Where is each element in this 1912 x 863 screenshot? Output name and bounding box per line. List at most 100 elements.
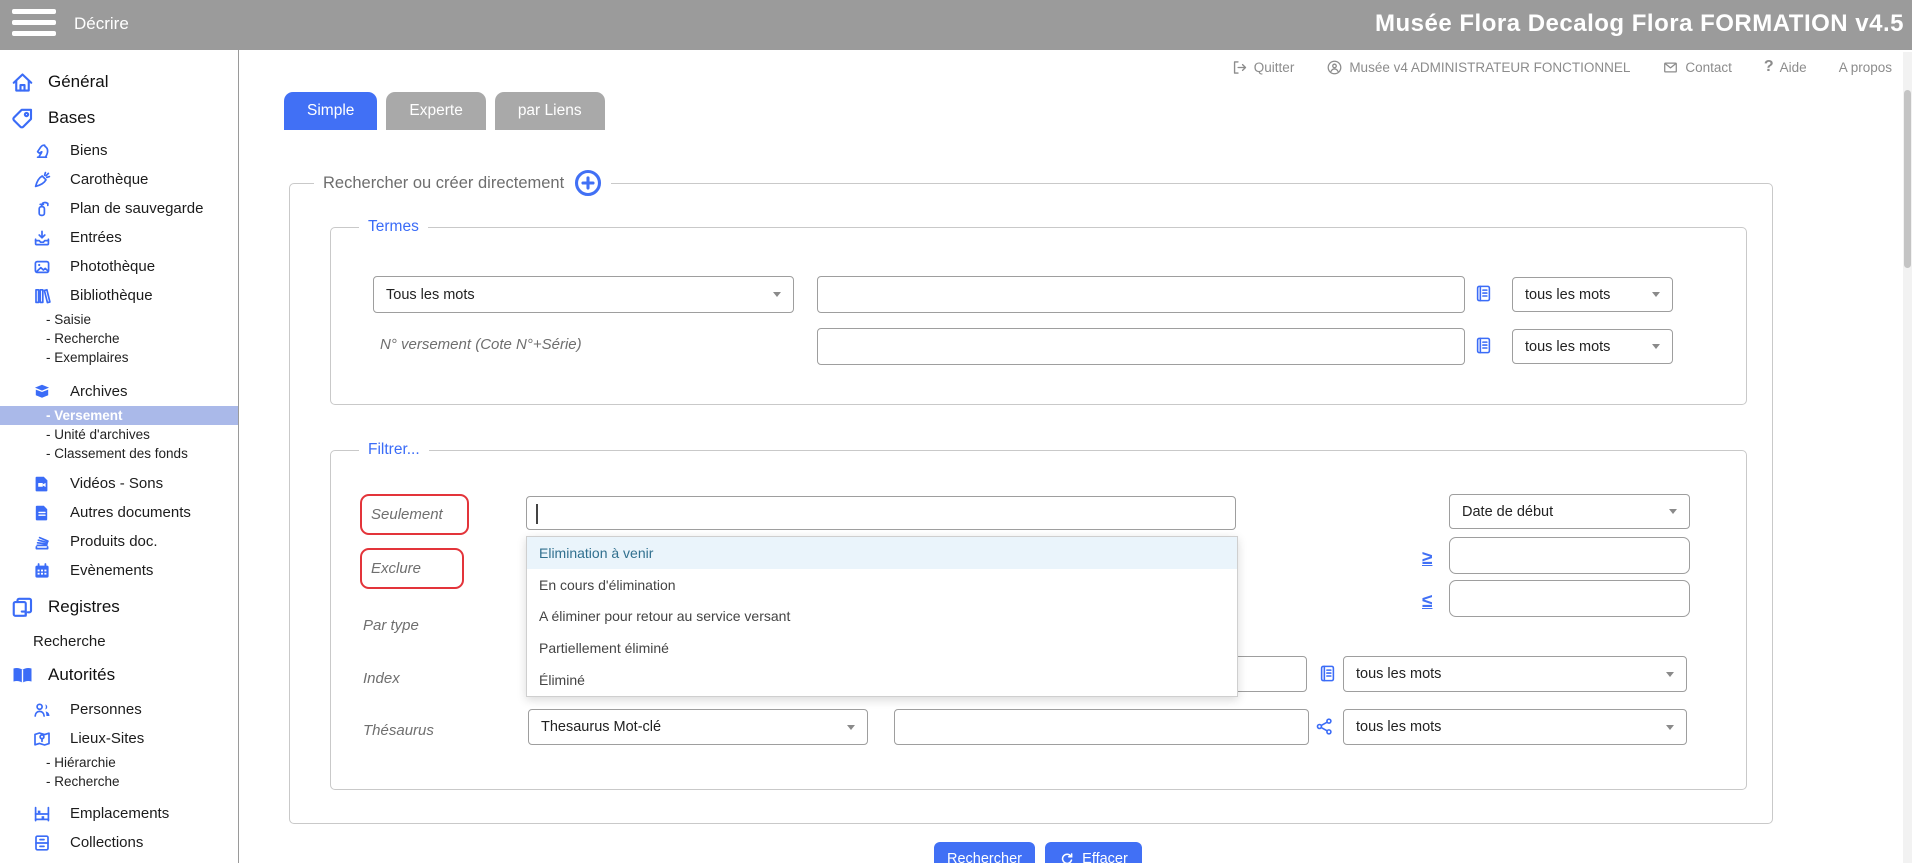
- termes-row2-input[interactable]: [817, 328, 1465, 365]
- sidebar-item-biens[interactable]: Biens: [0, 136, 238, 165]
- sidebar-item-recherche[interactable]: - Recherche: [0, 329, 238, 348]
- chevron-down-icon: [773, 292, 781, 297]
- user-link[interactable]: Musée v4 ADMINISTRATEUR FONCTIONNEL: [1326, 59, 1630, 76]
- lte-symbol: ≤: [1422, 591, 1432, 613]
- sidebar-item-personnes[interactable]: Personnes: [0, 695, 238, 724]
- date-lte-input[interactable]: [1449, 580, 1690, 617]
- extinguisher-icon: [32, 199, 52, 219]
- sidebar-item-label: Recherche: [33, 633, 106, 650]
- sidebar-item-exemplaires[interactable]: - Exemplaires: [0, 348, 238, 367]
- sidebar-item-label: - Classement des fonds: [46, 446, 188, 461]
- thesaurus-select-value: Thesaurus Mot-clé: [541, 719, 661, 735]
- dropdown-option-elimination-venir[interactable]: Elimination à venir: [527, 537, 1237, 569]
- dropdown-option-en-cours-d-limination[interactable]: En cours d'élimination: [527, 569, 1237, 601]
- sidebar-nav: GénéralBases Biens Carothèque Plan de sauve…: [0, 50, 239, 863]
- sidebar-item-label: Personnes: [70, 701, 142, 718]
- sidebar-item-hi-rarchie[interactable]: - Hiérarchie: [0, 753, 238, 772]
- sidebar-item-vid-os-sons[interactable]: Vidéos - Sons: [0, 469, 238, 498]
- aide-link[interactable]: ? Aide: [1764, 58, 1807, 76]
- thesaurus-mode-value: tous les mots: [1356, 719, 1441, 735]
- tab-simple[interactable]: Simple: [284, 92, 377, 130]
- sidebar-item-recherche[interactable]: - Recherche: [0, 772, 238, 791]
- openbook-icon: [10, 663, 35, 688]
- quitter-link[interactable]: Quitter: [1231, 59, 1295, 76]
- par-type-label: Par type: [363, 617, 419, 634]
- dropdown-option-limin[interactable]: Éliminé: [527, 664, 1237, 696]
- termes-row2-mode-select[interactable]: tous les mots: [1512, 329, 1673, 364]
- sidebar-item-ev-nements[interactable]: Evènements: [0, 556, 238, 585]
- sidebar-item-autorit-s[interactable]: Autorités: [0, 657, 238, 693]
- openbox-icon: [32, 382, 52, 402]
- sidebar-item-p-riodes[interactable]: Périodes: [0, 857, 238, 863]
- date-gte-input[interactable]: [1449, 537, 1690, 574]
- sidebar-item-label: Lieux-Sites: [70, 730, 144, 747]
- sidebar-item-lieux-sites[interactable]: Lieux-Sites: [0, 724, 238, 753]
- sidebar-item-recherche[interactable]: Recherche: [0, 625, 238, 657]
- sidebar-item-biblioth-que[interactable]: Bibliothèque: [0, 281, 238, 310]
- sidebar-item-versement[interactable]: - Versement: [0, 406, 238, 425]
- sidebar-item-unit-d-archives[interactable]: - Unité d'archives: [0, 425, 238, 444]
- sidebar-item-saisie[interactable]: - Saisie: [0, 310, 238, 329]
- sidebar-item-plan-de-sauvegarde[interactable]: Plan de sauvegarde: [0, 194, 238, 223]
- sidebar-item-collections[interactable]: Collections: [0, 828, 238, 857]
- sidebar-item-bases[interactable]: Bases: [0, 100, 238, 136]
- index-mode-select[interactable]: tous les mots: [1343, 656, 1687, 692]
- effacer-label: Effacer: [1082, 851, 1128, 863]
- sidebar-item-g-n-ral[interactable]: Général: [0, 64, 238, 100]
- termes-field-select[interactable]: Tous les mots: [373, 276, 794, 313]
- add-circle-icon[interactable]: [574, 169, 602, 197]
- thesaurus-select[interactable]: Thesaurus Mot-clé: [528, 709, 868, 745]
- thesaurus-mode-select[interactable]: tous les mots: [1343, 709, 1687, 745]
- hamburger-menu-icon[interactable]: [12, 9, 56, 41]
- vertical-scrollbar[interactable]: [1903, 52, 1912, 863]
- date-field-select[interactable]: Date de début: [1449, 494, 1690, 529]
- sidebar-item-label: Plan de sauvegarde: [70, 200, 203, 217]
- app-title: Musée Flora Decalog Flora FORMATION v4.5: [1375, 10, 1904, 38]
- sidebar-item-label: - Recherche: [46, 331, 120, 346]
- sidebar-item-registres[interactable]: Registres: [0, 589, 238, 625]
- videodoc-icon: [32, 474, 52, 494]
- index-mode-value: tous les mots: [1356, 666, 1441, 682]
- termes-row1-mode-select[interactable]: tous les mots: [1512, 277, 1673, 312]
- tab-experte[interactable]: Experte: [386, 92, 485, 130]
- sidebar-item-emplacements[interactable]: Emplacements: [0, 799, 238, 828]
- people-icon: [32, 700, 52, 720]
- share-nodes-icon[interactable]: [1314, 716, 1335, 737]
- index-label: Index: [363, 670, 400, 687]
- chevron-down-icon: [1666, 672, 1674, 677]
- drawers-icon: [32, 833, 52, 853]
- dropdown-option-partiellement-limin[interactable]: Partiellement éliminé: [527, 632, 1237, 664]
- sidebar-item-autres-documents[interactable]: Autres documents: [0, 498, 238, 527]
- contact-label: Contact: [1685, 60, 1732, 75]
- home-icon: [10, 70, 35, 95]
- sidebar-item-entr-es[interactable]: Entrées: [0, 223, 238, 252]
- sidebar-item-phototh-que[interactable]: Photothèque: [0, 252, 238, 281]
- termes-legend: Termes: [359, 218, 428, 236]
- rechercher-button[interactable]: Rechercher: [934, 842, 1035, 863]
- exclure-label: Exclure: [371, 560, 421, 577]
- sidebar-item-caroth-que[interactable]: Carothèque: [0, 165, 238, 194]
- exit-icon: [1231, 59, 1248, 76]
- thesaurus-input[interactable]: [894, 709, 1309, 745]
- termes-row1-input[interactable]: [817, 276, 1465, 313]
- apropos-link[interactable]: A propos: [1839, 60, 1892, 75]
- sidebar-item-produits-doc[interactable]: Produits doc.: [0, 527, 238, 556]
- effacer-button[interactable]: Effacer: [1045, 842, 1142, 863]
- sidebar-item-archives[interactable]: Archives: [0, 377, 238, 406]
- index-book-icon[interactable]: [1317, 663, 1338, 684]
- sidebar-item-label: Biens: [70, 142, 108, 159]
- status-combobox[interactable]: [526, 496, 1236, 530]
- index-book-icon[interactable]: [1473, 283, 1494, 304]
- sidebar-item-label: Carothèque: [70, 171, 148, 188]
- sidebar-item-classement-des-fonds[interactable]: - Classement des fonds: [0, 444, 238, 463]
- index-book-icon[interactable]: [1473, 335, 1494, 356]
- sidebar-item-label: Bibliothèque: [70, 287, 153, 304]
- scrollbar-thumb[interactable]: [1904, 90, 1911, 268]
- contact-link[interactable]: Contact: [1662, 59, 1732, 76]
- sidebar-item-label: Archives: [70, 383, 128, 400]
- refresh-icon: [1059, 851, 1075, 863]
- dropdown-option-a-liminer-pour-retour-au-service-versant[interactable]: A éliminer pour retour au service versan…: [527, 601, 1237, 633]
- calendar-icon: [32, 561, 52, 581]
- tab-par-liens[interactable]: par Liens: [495, 92, 605, 130]
- inbox-icon: [32, 228, 52, 248]
